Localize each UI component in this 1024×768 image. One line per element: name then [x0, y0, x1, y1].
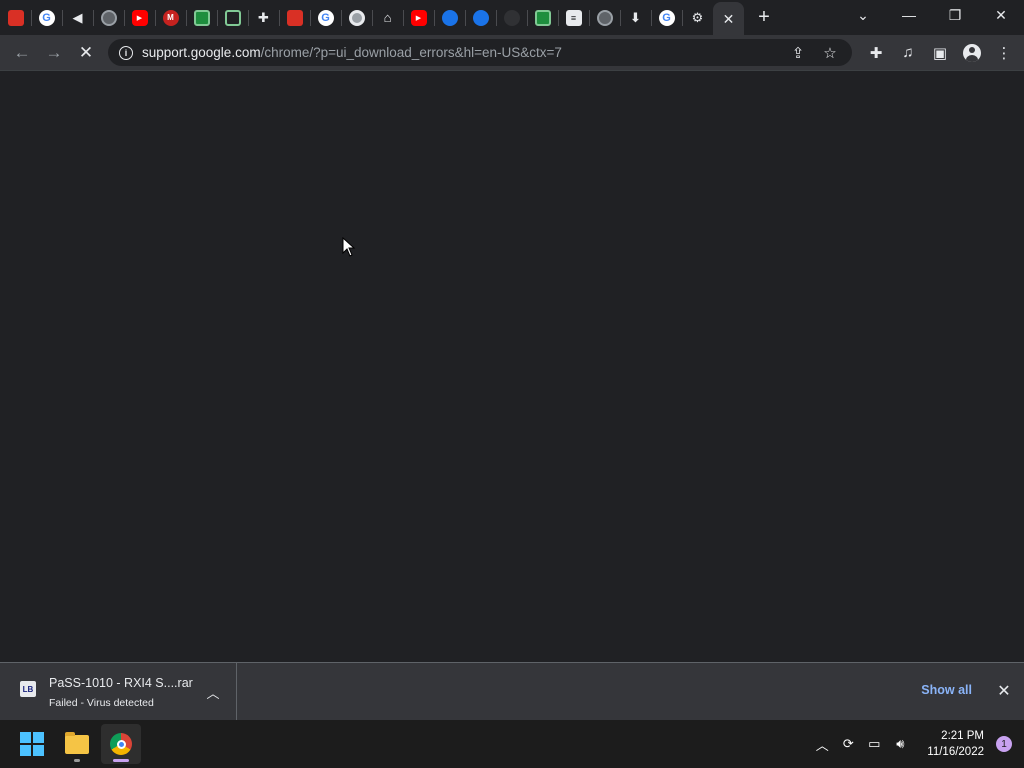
url-path: /chrome/?p=ui_download_errors&hl=en-US&c… — [260, 45, 562, 60]
clock[interactable]: 2:21 PM 11/16/2022 — [927, 728, 984, 760]
document-icon: ≡ — [565, 9, 582, 26]
tab[interactable] — [217, 0, 248, 35]
chrome-icon — [348, 9, 365, 26]
tab-search-button[interactable]: ⌄ — [840, 0, 886, 30]
chevron-up-icon[interactable]: ︿ — [203, 682, 223, 702]
globe-icon — [596, 9, 613, 26]
tab[interactable]: G — [31, 0, 62, 35]
stop-loading-button[interactable]: ✕ — [70, 37, 102, 69]
system-tray: ︿ ⟳ ▭ 🔊︎ 2:21 PM 11/16/2022 1 — [809, 720, 1024, 768]
window-controls: ⌄ — ❐ ✕ — [840, 0, 1024, 30]
profile-button[interactable] — [956, 35, 988, 70]
menu-kebab-icon[interactable]: ⋮ — [988, 35, 1020, 70]
tab[interactable] — [465, 0, 496, 35]
tab[interactable] — [0, 0, 31, 35]
windows-start-icon[interactable] — [20, 732, 44, 756]
youtube-icon: ▶ — [410, 9, 427, 26]
gmail-icon: M — [162, 9, 179, 26]
running-indicator — [74, 759, 80, 762]
github-icon — [503, 9, 520, 26]
globe-icon — [100, 9, 117, 26]
tab[interactable]: ▶ — [124, 0, 155, 35]
archive-file-icon: LB — [20, 681, 36, 697]
tab[interactable]: ▶ — [403, 0, 434, 35]
tab[interactable] — [93, 0, 124, 35]
tab[interactable]: M — [155, 0, 186, 35]
tab[interactable] — [496, 0, 527, 35]
download-file-name: PaSS-1010 - RXI4 S....rar — [49, 676, 193, 690]
shopping-bag-icon — [7, 9, 24, 26]
tab[interactable] — [186, 0, 217, 35]
address-bar[interactable]: i support.google.com/chrome/?p=ui_downlo… — [108, 39, 852, 66]
restore-button[interactable]: ❐ — [932, 0, 978, 30]
tab-active[interactable]: ✕ — [713, 1, 744, 37]
tab[interactable] — [527, 0, 558, 35]
url-text[interactable]: support.google.com/chrome/?p=ui_download… — [142, 45, 562, 60]
side-panel-icon[interactable]: ▣ — [924, 35, 956, 70]
new-tab-button[interactable]: + — [744, 0, 784, 35]
network-icon[interactable]: ▭ — [862, 732, 886, 756]
sheet-icon — [193, 9, 210, 26]
tab[interactable]: ≡ — [558, 0, 589, 35]
close-window-button[interactable]: ✕ — [978, 0, 1024, 30]
browser-toolbar: ← → ✕ i support.google.com/chrome/?p=ui_… — [0, 35, 1024, 70]
mouse-pointer-icon — [342, 237, 356, 257]
extensions-puzzle-icon[interactable]: ✚ — [860, 35, 892, 70]
tab[interactable] — [589, 0, 620, 35]
download-icon: ⬇ — [630, 9, 641, 25]
download-shelf: LB PaSS-1010 - RXI4 S....rar Failed - Vi… — [0, 662, 1024, 720]
google-icon: G — [38, 9, 55, 26]
extension-puzzle-icon: ✚ — [258, 9, 269, 25]
forward-button[interactable]: → — [38, 37, 70, 69]
profile-avatar-icon — [963, 43, 981, 62]
tab[interactable]: ⌂ — [372, 0, 403, 35]
tab[interactable]: G — [310, 0, 341, 35]
page-content — [0, 70, 1024, 662]
chevron-up-icon[interactable]: ︿ — [810, 732, 834, 756]
tab[interactable] — [341, 0, 372, 35]
show-all-downloads-link[interactable]: Show all — [921, 683, 972, 697]
tab[interactable]: ◀ — [62, 0, 93, 35]
notification-badge[interactable]: 1 — [996, 736, 1012, 752]
settings-gear-icon: ⚙ — [691, 9, 704, 25]
audio-icon: ◀ — [72, 9, 83, 25]
download-status: Failed - Virus detected — [49, 697, 154, 709]
clock-time: 2:21 PM — [941, 730, 984, 742]
tab[interactable]: ⚙ — [682, 0, 713, 35]
bank-icon: ⌂ — [383, 10, 392, 25]
blue-circle-icon — [441, 9, 458, 26]
shopping-bag-icon — [286, 9, 303, 26]
active-indicator — [113, 759, 129, 762]
media-control-icon[interactable]: ♫ — [892, 35, 924, 70]
close-shelf-icon[interactable]: ✕ — [994, 681, 1014, 701]
tab[interactable]: ⬇ — [620, 0, 651, 35]
windows-taskbar: ︿ ⟳ ▭ 🔊︎ 2:21 PM 11/16/2022 1 — [0, 720, 1024, 768]
close-tab-icon[interactable]: ✕ — [723, 11, 735, 28]
chrome-taskbar-button[interactable] — [101, 724, 141, 764]
tab[interactable]: G — [651, 0, 682, 35]
download-item[interactable]: LB PaSS-1010 - RXI4 S....rar Failed - Vi… — [0, 663, 237, 720]
tab[interactable]: ✚ — [248, 0, 279, 35]
blue-circle-icon — [472, 9, 489, 26]
clock-date: 11/16/2022 — [927, 746, 984, 758]
bookmark-star-icon[interactable]: ☆ — [814, 39, 846, 66]
google-icon: G — [658, 9, 675, 26]
volume-icon[interactable]: 🔊︎ — [888, 732, 912, 756]
share-icon[interactable]: ⇪ — [782, 39, 814, 66]
sheet-icon — [534, 9, 551, 26]
tab[interactable] — [279, 0, 310, 35]
back-button[interactable]: ← — [6, 37, 38, 69]
sync-icon[interactable]: ⟳ — [836, 732, 860, 756]
tab[interactable] — [434, 0, 465, 35]
url-host: support.google.com — [142, 45, 261, 60]
google-icon: G — [317, 9, 334, 26]
site-info-icon[interactable]: i — [119, 45, 133, 60]
file-explorer-button[interactable] — [57, 724, 97, 764]
youtube-icon: ▶ — [131, 9, 148, 26]
folder-icon — [65, 731, 89, 754]
green-square-icon — [224, 9, 241, 26]
minimize-button[interactable]: — — [886, 0, 932, 30]
chrome-icon — [110, 733, 132, 755]
